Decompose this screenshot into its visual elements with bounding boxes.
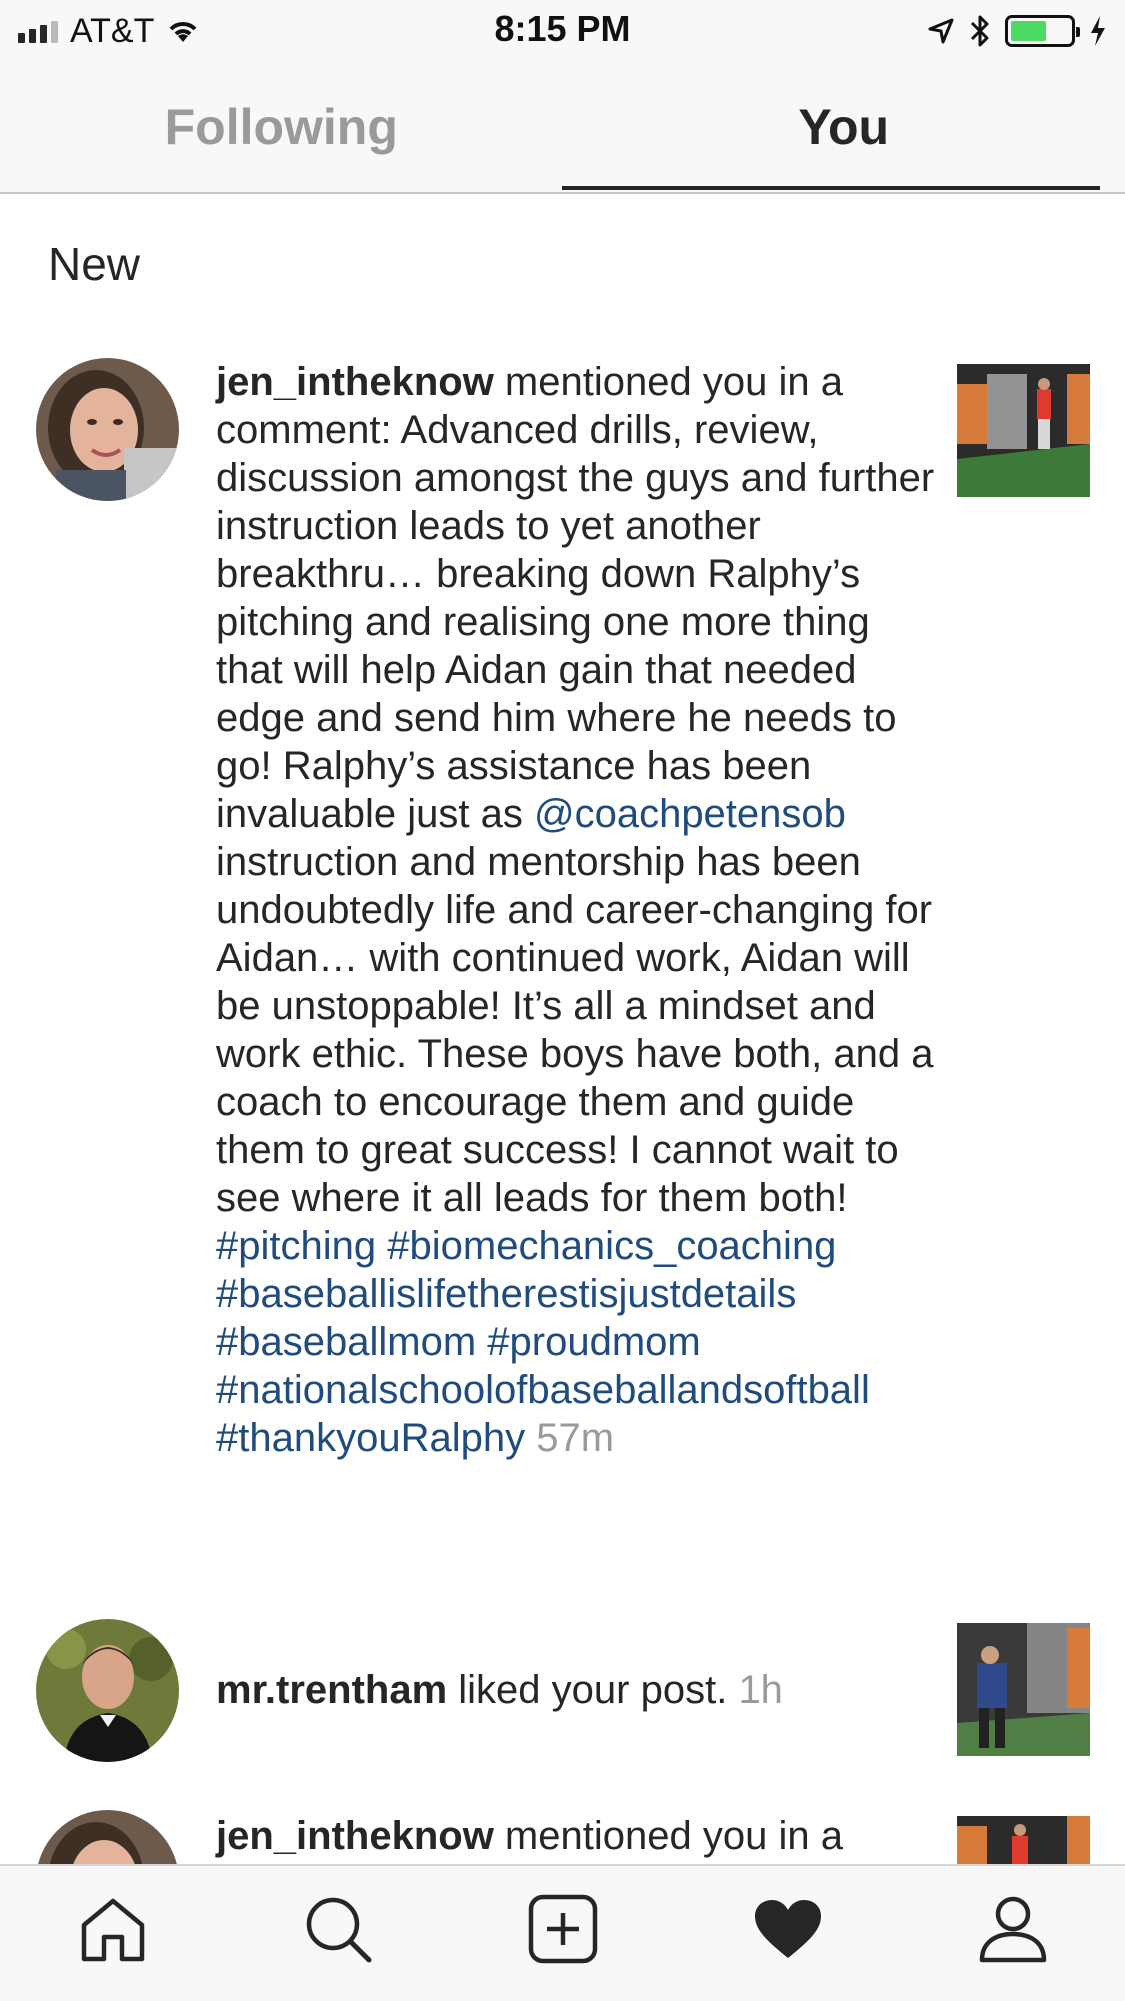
bottom-nav [0,1864,1125,2001]
home-icon [81,1898,144,1961]
activity-tabs: Following You [0,62,1125,194]
notification-username[interactable]: jen_intheknow [216,360,494,404]
notification-item[interactable]: jen_intheknow mentioned you in a [0,1810,1125,1864]
nav-activity-button[interactable] [733,1884,843,1974]
section-title: New [48,238,141,290]
avatar[interactable] [36,1619,179,1762]
battery-fill [1011,21,1046,41]
nav-search-button[interactable] [283,1884,393,1974]
notification-time: 1h [738,1668,783,1712]
tab-following[interactable]: Following [0,62,563,192]
status-right [927,10,1107,52]
notification-action: mentioned you in a comment: Advanced dri… [216,360,935,836]
notification-text: jen_intheknow mentioned you in a [216,1812,936,1860]
profile-icon [979,1896,1046,1962]
charging-icon [1091,16,1105,46]
activity-heart-icon [754,1899,821,1958]
avatar[interactable] [36,1810,179,1864]
hashtag-link[interactable]: #nationalschoolofbaseballandsoftball [216,1368,870,1412]
post-thumbnail[interactable] [957,364,1090,497]
hashtag-link[interactable]: #baseballislifetherestisjustdetails [216,1272,796,1316]
hashtag-link[interactable]: #baseballmom [216,1320,476,1364]
battery-icon [1005,15,1080,47]
location-icon [928,18,954,44]
hashtag-link[interactable]: #thankyouRalphy [216,1416,525,1460]
notification-action: mentioned you in a [493,1814,843,1858]
search-icon [306,1897,371,1962]
status-bar: AT&T 8:15 PM [0,0,1125,62]
nav-add-post-button[interactable] [508,1884,618,1974]
tab-you[interactable]: You [563,62,1125,192]
notification-item[interactable]: jen_intheknow mentioned you in a comment… [0,358,1125,1558]
nav-profile-button[interactable] [958,1884,1068,1974]
notification-action: liked your post. [447,1668,728,1712]
post-thumbnail[interactable] [957,1623,1090,1756]
active-tab-indicator [562,186,1100,190]
mention-link[interactable]: @coachpetensob [534,792,846,836]
notification-time: 57m [536,1416,615,1460]
notification-item[interactable]: mr.trentham liked your post. 1h [0,1619,1125,1764]
add-post-icon [528,1894,597,1963]
post-thumbnail[interactable] [957,1816,1090,1864]
notification-text-continued: instruction and mentorship has been undo… [216,840,934,1220]
bluetooth-icon [970,15,989,47]
notification-text: mr.trentham liked your post. 1h [216,1666,936,1714]
notification-username[interactable]: jen_intheknow [216,1814,494,1858]
hashtag-link[interactable]: #pitching [216,1224,376,1268]
avatar[interactable] [36,358,179,501]
hashtag-link[interactable]: #proudmom [487,1320,700,1364]
hashtag-link[interactable]: #biomechanics_coaching [387,1224,836,1268]
notification-username[interactable]: mr.trentham [216,1668,447,1712]
nav-home-button[interactable] [58,1884,168,1974]
notification-text: jen_intheknow mentioned you in a comment… [216,358,936,1462]
